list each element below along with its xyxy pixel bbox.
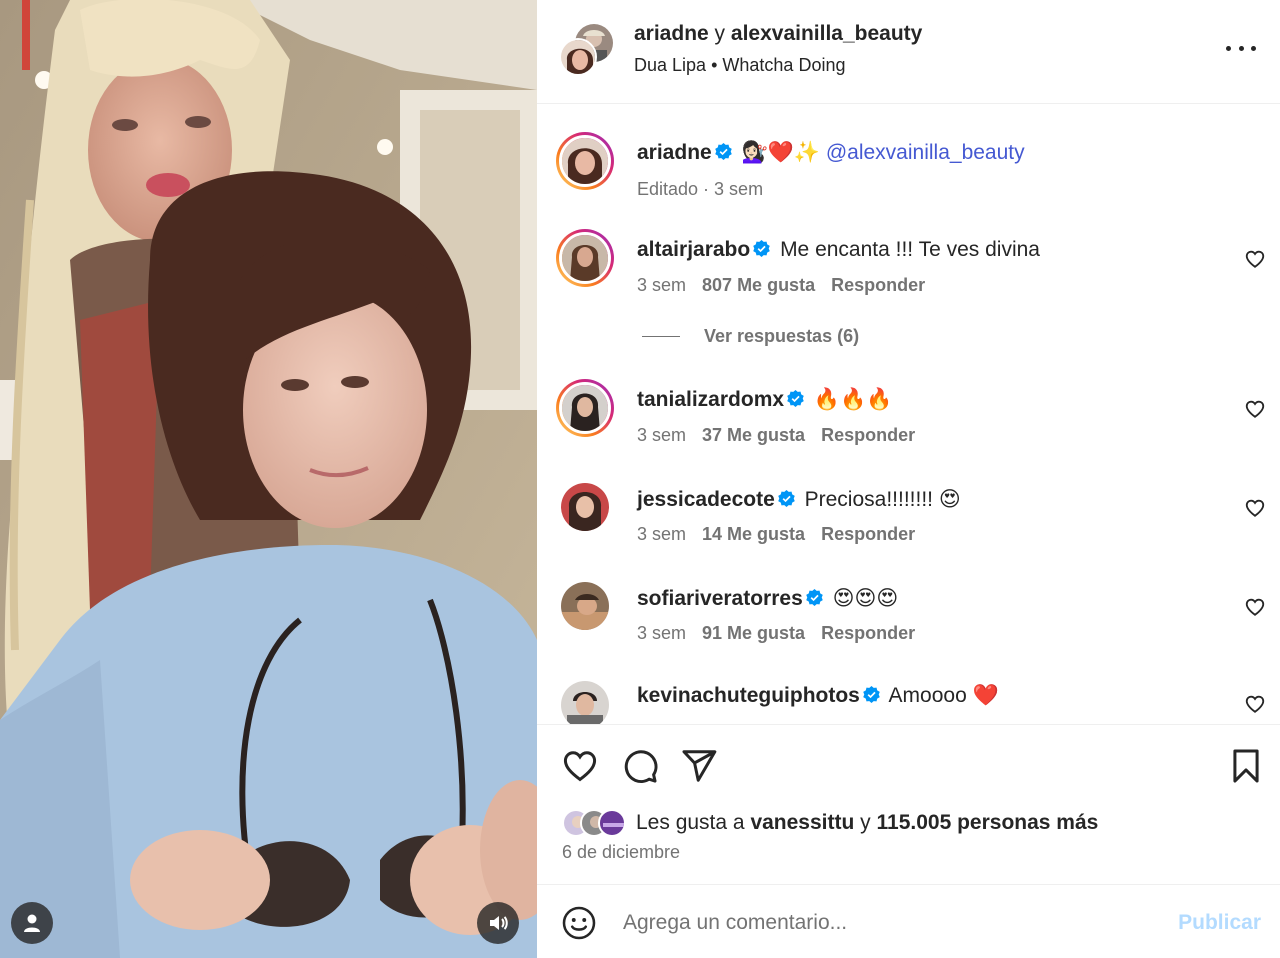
publish-button[interactable]: Publicar (1178, 911, 1261, 935)
avatar[interactable] (556, 229, 614, 287)
verified-icon (787, 389, 804, 408)
comment-likes[interactable]: 37 Me gusta (702, 425, 805, 445)
reply-button[interactable]: Responder (821, 425, 915, 445)
verified-icon (806, 588, 823, 607)
user-icon (24, 914, 40, 932)
audio-track[interactable]: Dua Lipa • Whatcha Doing (634, 55, 845, 76)
comment-time[interactable]: 3 sem (637, 425, 686, 445)
post-sidebar: ariadne y alexvainilla_beauty Dua Lipa •… (537, 0, 1280, 958)
avatar[interactable] (556, 577, 614, 635)
collab-avatars[interactable] (559, 24, 613, 76)
comment-username[interactable]: ariadne (637, 141, 712, 164)
caption-meta: Editado · 3 sem (637, 179, 764, 199)
post-header: ariadne y alexvainilla_beauty Dua Lipa •… (537, 0, 1280, 104)
likes-user[interactable]: vanessittu (750, 811, 854, 834)
author-username[interactable]: alexvainilla_beauty (731, 22, 922, 45)
heart-icon[interactable] (1244, 693, 1266, 715)
comment-text: 😍😍😍 (832, 587, 899, 610)
view-replies-label: Ver respuestas (6) (704, 326, 860, 346)
likes-middle: y (860, 811, 871, 834)
comment-username[interactable]: sofiariveratorres (637, 587, 803, 610)
likes-prefix: Les gusta a (636, 811, 745, 834)
comment-text: Me encanta !!! Te ves divina (780, 238, 1040, 261)
audio-artist: Dua Lipa (634, 55, 707, 75)
comments-list[interactable]: ariadne 💇🏻‍♀️❤️✨ @alexvainilla_beauty Ed… (537, 104, 1280, 724)
audio-song: Whatcha Doing (722, 55, 846, 75)
comment-likes[interactable]: 91 Me gusta (702, 623, 805, 643)
comment-bubble-icon[interactable] (621, 747, 659, 785)
post-video[interactable] (0, 0, 537, 958)
comment-username[interactable]: tanializardomx (637, 388, 784, 411)
comment-username[interactable]: altairjarabo (637, 238, 750, 261)
video-frame (0, 0, 537, 958)
like-heart-icon[interactable] (561, 747, 599, 785)
comment-likes[interactable]: 14 Me gusta (702, 524, 805, 544)
verified-icon (778, 489, 795, 508)
verified-icon (714, 142, 732, 161)
heart-icon[interactable] (1244, 497, 1266, 519)
tagged-users-button[interactable] (11, 902, 53, 944)
avatar[interactable] (556, 132, 614, 190)
view-replies-button[interactable]: Ver respuestas (6) (642, 326, 859, 347)
avatar[interactable] (556, 676, 614, 724)
post-date[interactable]: 6 de diciembre (562, 842, 680, 863)
audio-toggle-button[interactable] (477, 902, 519, 944)
caption-emojis: 💇🏻‍♀️❤️✨ (741, 141, 820, 164)
audio-separator: • (711, 55, 718, 75)
verified-icon (863, 685, 880, 704)
avatar (598, 809, 626, 837)
comment-time[interactable]: 3 sem (637, 623, 686, 643)
speaker-icon (490, 916, 508, 930)
comment-text: 🔥🔥🔥 (813, 388, 893, 411)
comment-input[interactable] (623, 905, 1163, 941)
verified-icon (753, 239, 770, 258)
author-connector: y (714, 22, 726, 45)
comment-likes[interactable]: 807 Me gusta (702, 275, 815, 295)
comment-time[interactable]: 3 sem (637, 524, 686, 544)
comment-time[interactable]: 3 sem (637, 275, 686, 295)
likes-summary[interactable]: Les gusta a vanessittu y 115.005 persona… (562, 807, 1098, 839)
reply-button[interactable]: Responder (821, 524, 915, 544)
more-options-icon[interactable] (1226, 38, 1256, 58)
comment-text: Amoooo ❤️ (888, 684, 999, 707)
likes-others[interactable]: 115.005 personas más (877, 811, 1099, 834)
heart-icon[interactable] (1244, 596, 1266, 618)
post-actions: Les gusta a vanessittu y 115.005 persona… (537, 724, 1280, 884)
author-username[interactable]: ariadne (634, 22, 709, 45)
post-authors: ariadne y alexvainilla_beauty (634, 22, 922, 46)
emoji-icon[interactable] (561, 905, 597, 941)
avatar[interactable] (556, 379, 614, 437)
avatar[interactable] (556, 478, 614, 536)
comment-username[interactable]: kevinachuteguiphotos (637, 684, 860, 707)
heart-icon[interactable] (1244, 248, 1266, 270)
bookmark-icon[interactable] (1227, 747, 1265, 785)
heart-icon[interactable] (1244, 398, 1266, 420)
caption-mention[interactable]: @alexvainilla_beauty (826, 141, 1025, 164)
avatar[interactable] (559, 38, 597, 76)
comment-username[interactable]: jessicadecote (637, 488, 775, 511)
reply-button[interactable]: Responder (831, 275, 925, 295)
comment-composer: Publicar (537, 884, 1280, 958)
share-send-icon[interactable] (680, 747, 718, 785)
comment-text: Preciosa!!!!!!!! 😍 (804, 488, 961, 511)
reply-button[interactable]: Responder (821, 623, 915, 643)
